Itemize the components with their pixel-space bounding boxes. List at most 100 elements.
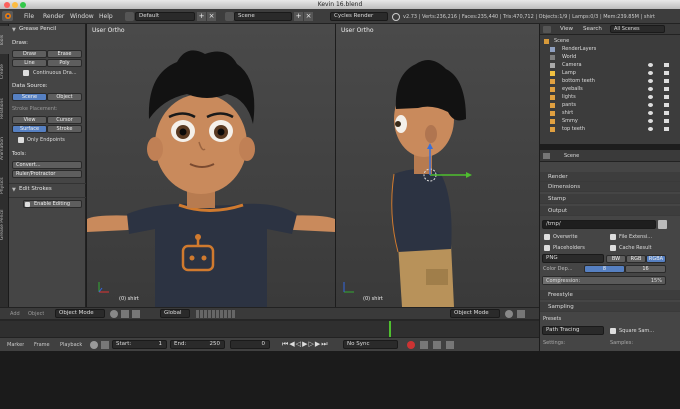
folder-icon[interactable] <box>658 220 667 229</box>
object-menu[interactable]: Object <box>28 311 44 317</box>
panel-freestyle[interactable]: Freestyle <box>540 290 680 300</box>
menu-window[interactable]: Window <box>70 12 94 21</box>
manipulator-icon[interactable] <box>132 310 140 318</box>
zoom-window-icon[interactable] <box>20 2 26 8</box>
pivot-icon[interactable] <box>517 310 525 318</box>
tab-animation[interactable]: Animation <box>0 130 9 168</box>
data-source-scene-button[interactable]: Scene <box>12 93 47 101</box>
enable-editing-button[interactable]: Enable Editing <box>23 200 82 208</box>
tab-physics[interactable]: Physics <box>0 170 9 202</box>
outliner-display-select[interactable]: All Scenes <box>610 25 665 33</box>
outliner-editor-icon[interactable] <box>543 26 551 33</box>
outliner-row[interactable]: eyeballs <box>540 85 680 93</box>
add-menu[interactable]: Add <box>10 311 20 317</box>
scene-field[interactable]: Scene <box>234 12 292 21</box>
render-camera-icon[interactable] <box>664 127 669 131</box>
outliner-row[interactable]: Lamp <box>540 69 680 77</box>
only-endpoints-checkbox[interactable] <box>18 137 24 143</box>
timeline-area[interactable] <box>0 319 539 337</box>
outliner-row[interactable]: Smmy <box>540 117 680 125</box>
render-camera-icon[interactable] <box>664 103 669 107</box>
frame-menu[interactable]: Frame <box>34 342 50 348</box>
visibility-eye-icon[interactable] <box>648 111 653 115</box>
keyframe-delete-icon[interactable] <box>446 341 454 349</box>
outliner-row[interactable]: bottom teeth <box>540 77 680 85</box>
render-camera-icon[interactable] <box>664 87 669 91</box>
sync-mode-select[interactable]: No Sync <box>343 340 398 349</box>
marker-menu[interactable]: Marker <box>7 342 24 348</box>
visibility-eye-icon[interactable] <box>648 95 653 99</box>
visibility-eye-icon[interactable] <box>648 119 653 123</box>
placement-stroke-button[interactable]: Stroke <box>47 125 82 133</box>
panel-stamp[interactable]: Stamp <box>540 194 680 204</box>
pivot-icon[interactable] <box>121 310 129 318</box>
menu-render[interactable]: Render <box>43 12 64 21</box>
playback-controls[interactable]: ⏮◀◁▶▷▶⏭ <box>282 340 337 349</box>
orientation-select[interactable]: Global <box>160 309 190 318</box>
compression-slider[interactable]: Compression: 15% <box>542 276 666 285</box>
visibility-eye-icon[interactable] <box>648 103 653 107</box>
interaction-mode-select-right[interactable]: Object Mode <box>450 309 500 318</box>
line-button[interactable]: Line <box>12 59 47 67</box>
add-scene-icon[interactable]: + <box>294 12 303 21</box>
visibility-eye-icon[interactable] <box>648 127 653 131</box>
panel-output[interactable]: Output <box>540 206 680 216</box>
overwrite-checkbox[interactable] <box>544 234 550 240</box>
outliner-row[interactable]: RenderLayers <box>540 45 680 53</box>
color-mode-bw[interactable]: BW <box>606 255 626 263</box>
color-mode-rgb[interactable]: RGB <box>626 255 646 263</box>
convert-button[interactable]: Convert... <box>12 161 82 169</box>
scene-context-icon[interactable] <box>543 153 550 159</box>
tab-grease-pencil[interactable]: Grease Pencil <box>0 204 9 246</box>
data-source-object-button[interactable]: Object <box>47 93 82 101</box>
tab-tools[interactable]: Tools <box>0 26 9 54</box>
placeholders-checkbox[interactable] <box>544 245 550 251</box>
outliner-search-menu[interactable]: Search <box>583 26 602 32</box>
panel-render[interactable]: Render <box>540 172 680 182</box>
record-icon[interactable] <box>407 341 415 349</box>
render-engine-select[interactable]: Cycles Render <box>330 12 388 21</box>
menu-help[interactable]: Help <box>99 12 113 21</box>
outliner-row[interactable]: lights <box>540 93 680 101</box>
tab-relations[interactable]: Relations <box>0 90 9 128</box>
remove-scene-icon[interactable]: × <box>304 12 313 21</box>
visibility-eye-icon[interactable] <box>648 79 653 83</box>
placement-view-button[interactable]: View <box>12 116 47 124</box>
render-camera-icon[interactable] <box>664 95 669 99</box>
end-frame-field[interactable]: End: 250 <box>170 340 225 349</box>
outliner-row[interactable]: World <box>540 53 680 61</box>
edit-strokes-header[interactable]: Edit Strokes <box>19 186 52 192</box>
visibility-eye-icon[interactable] <box>648 63 653 67</box>
grease-pencil-header[interactable]: Grease Pencil <box>19 26 56 32</box>
visibility-eye-icon[interactable] <box>648 87 653 91</box>
placement-cursor-button[interactable]: Cursor <box>47 116 82 124</box>
add-layout-icon[interactable]: + <box>197 12 206 21</box>
render-camera-icon[interactable] <box>664 79 669 83</box>
outliner-view-menu[interactable]: View <box>560 26 573 32</box>
shading-icon[interactable] <box>505 310 513 318</box>
color-mode-rgba[interactable]: RGBA <box>646 255 666 263</box>
color-depth-16[interactable]: 16 <box>625 265 666 273</box>
remove-layout-icon[interactable]: × <box>207 12 216 21</box>
viewport-front[interactable]: User Ortho (0) shirt <box>87 24 335 307</box>
integrator-select[interactable]: Path Tracing <box>542 326 604 335</box>
scene-icon[interactable] <box>225 12 234 21</box>
file-format-select[interactable]: PNG <box>542 254 604 263</box>
poly-button[interactable]: Poly <box>47 59 82 67</box>
layout-field[interactable]: Default <box>135 12 195 21</box>
erase-button[interactable]: Erase <box>47 50 82 58</box>
outliner-row[interactable]: pants <box>540 101 680 109</box>
enable-editing-checkbox[interactable] <box>25 202 30 207</box>
output-path-field[interactable]: /tmp/ <box>542 220 656 229</box>
minimize-window-icon[interactable] <box>12 2 18 8</box>
file-extensions-checkbox[interactable] <box>610 234 616 240</box>
color-depth-8[interactable]: 8 <box>584 265 625 273</box>
current-frame-field[interactable]: 0 <box>230 340 270 349</box>
square-samples-checkbox[interactable] <box>610 328 616 334</box>
outliner-row[interactable]: top teeth <box>540 125 680 133</box>
close-window-icon[interactable] <box>4 2 10 8</box>
screen-layout-icon[interactable] <box>125 12 134 21</box>
render-camera-icon[interactable] <box>664 111 669 115</box>
continuous-checkbox[interactable] <box>23 70 29 76</box>
panel-sampling[interactable]: Sampling <box>540 302 680 312</box>
